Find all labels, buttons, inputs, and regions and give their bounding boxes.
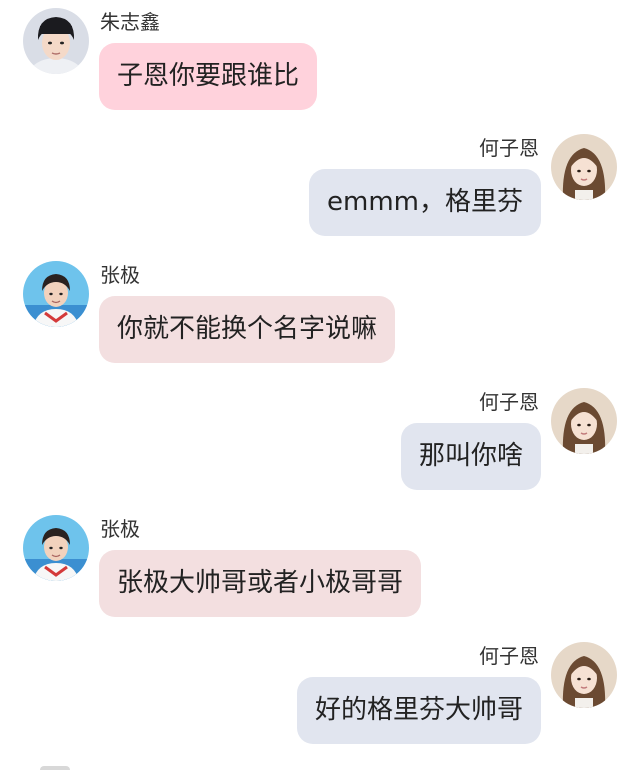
avatar-zhu-zhixin-icon (23, 8, 89, 74)
avatar[interactable] (23, 515, 89, 581)
chat-message: 何子恩 好的格里芬大帅哥 (0, 642, 640, 752)
message-bubble[interactable]: 你就不能换个名字说嘛 (99, 296, 396, 363)
message-bubble[interactable]: 好的格里芬大帅哥 (296, 677, 541, 744)
sender-name: 张极 (100, 517, 140, 541)
avatar[interactable] (23, 8, 89, 74)
avatar-zhang-ji-icon (23, 515, 89, 581)
message-bubble[interactable]: 张极大帅哥或者小极哥哥 (99, 550, 422, 617)
sender-name: 何子恩 (479, 136, 539, 160)
chat-message: 何子恩 emmm，格里芬 (0, 134, 640, 244)
message-bubble[interactable]: 那叫你啥 (400, 423, 541, 490)
chat-thread: 朱志鑫 子恩你要跟谁比 何子恩 emmm，格里芬 张极 你就不能换个名字说嘛 何… (0, 0, 640, 770)
avatar-he-zien-icon (551, 642, 617, 708)
avatar[interactable] (551, 642, 617, 708)
avatar-he-zien-icon (551, 134, 617, 200)
avatar[interactable] (23, 261, 89, 327)
chat-message: 何子恩 那叫你啥 (0, 388, 640, 498)
chat-message: 朱志鑫 子恩你要跟谁比 (0, 8, 640, 118)
partial-avatar (40, 766, 70, 770)
avatar[interactable] (551, 134, 617, 200)
avatar-he-zien-icon (551, 388, 617, 454)
sender-name: 朱志鑫 (100, 10, 160, 34)
sender-name: 何子恩 (479, 644, 539, 668)
sender-name: 张极 (100, 263, 140, 287)
avatar[interactable] (551, 388, 617, 454)
message-bubble[interactable]: 子恩你要跟谁比 (99, 43, 318, 110)
avatar-zhang-ji-icon (23, 261, 89, 327)
chat-message: 张极 张极大帅哥或者小极哥哥 (0, 515, 640, 625)
sender-name: 何子恩 (479, 390, 539, 414)
chat-message: 张极 你就不能换个名字说嘛 (0, 261, 640, 371)
message-bubble[interactable]: emmm，格里芬 (309, 169, 541, 236)
